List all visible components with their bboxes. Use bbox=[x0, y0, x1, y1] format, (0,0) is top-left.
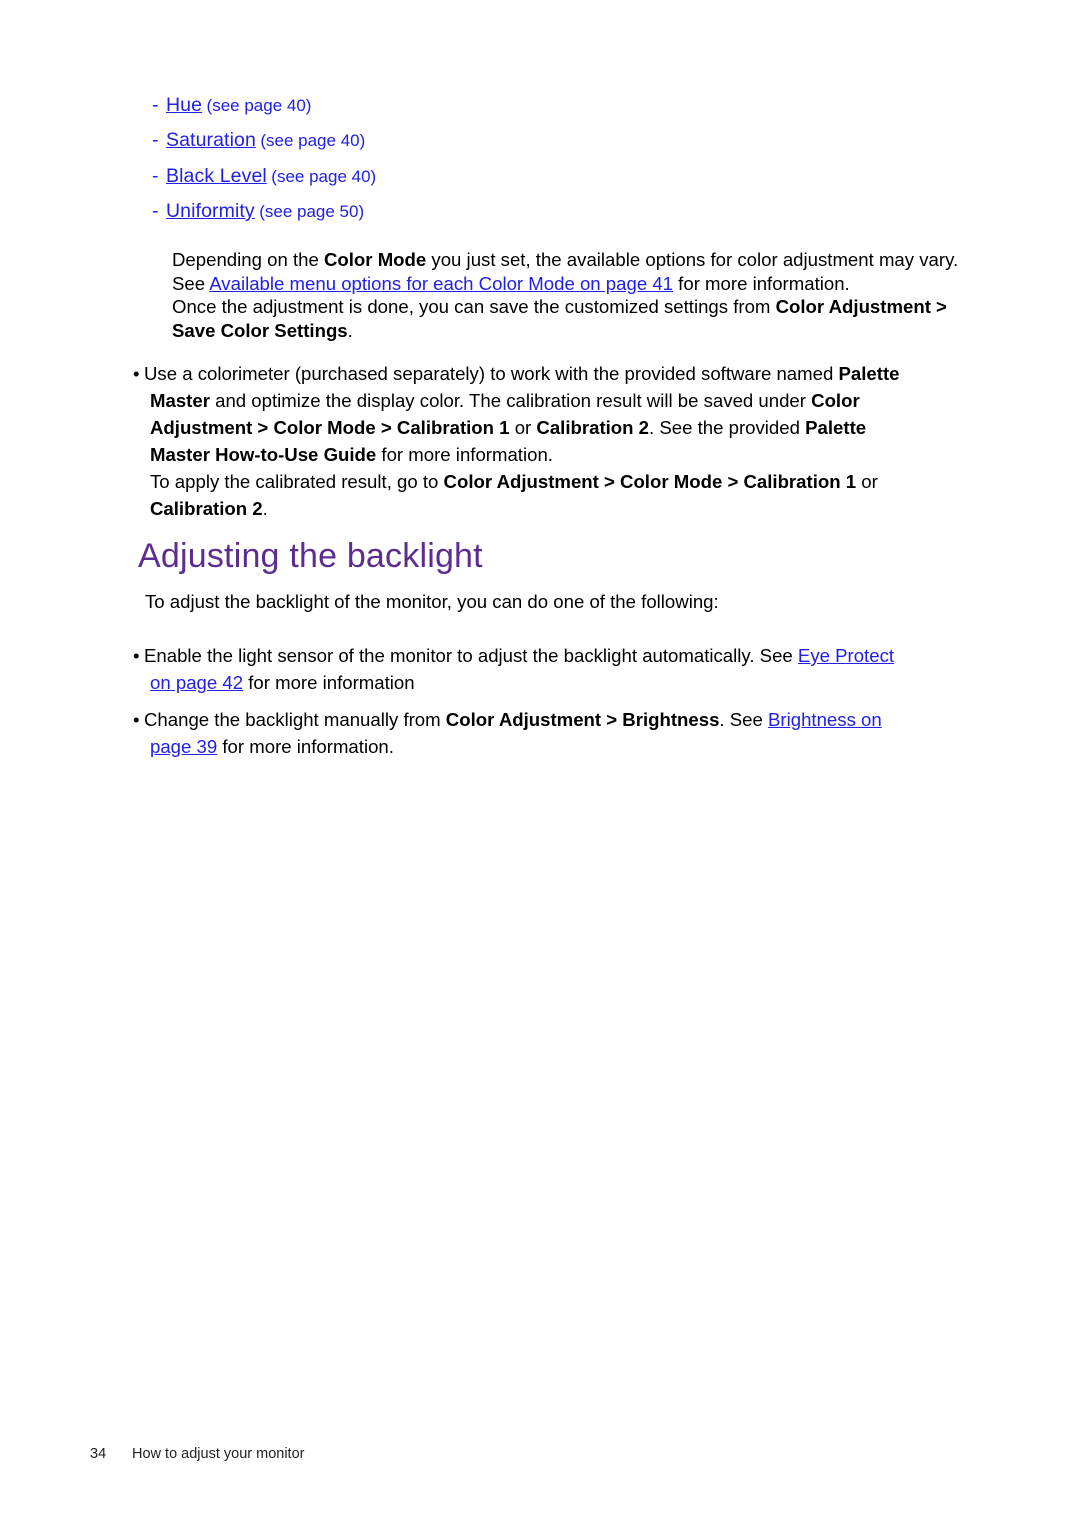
list-item: - Hue (see page 40) bbox=[152, 94, 968, 116]
term-calibration-2: Calibration 2 bbox=[150, 498, 263, 519]
bullet-line: To apply the calibrated result, go to Co… bbox=[133, 468, 983, 495]
link-brightness[interactable]: Brightness on bbox=[768, 709, 882, 730]
text-run: Use a colorimeter (purchased separately)… bbox=[144, 363, 839, 384]
footer-page-number: 34 bbox=[90, 1446, 107, 1462]
text-run: . bbox=[262, 498, 268, 519]
text-run: > bbox=[930, 296, 947, 317]
link-saturation-ref[interactable]: (see page 40) bbox=[260, 131, 365, 150]
bullet-light-sensor: • Enable the light sensor of the monitor … bbox=[133, 642, 983, 696]
link-hue-ref[interactable]: (see page 40) bbox=[207, 96, 312, 115]
term-save-color-settings: Save Color Settings bbox=[172, 319, 348, 341]
term-color-adjustment: Color Adjustment bbox=[445, 709, 602, 730]
bullet-line: Calibration 2. bbox=[133, 495, 983, 522]
list-item: - Saturation (see page 40) bbox=[152, 129, 968, 151]
term-adjustment-path: Adjustment > Color Mode > Calibration 1 bbox=[150, 417, 510, 438]
color-mode-paragraph: Depending on the Color Mode you just set… bbox=[172, 248, 972, 342]
page-footer: 34 How to adjust your monitor bbox=[90, 1446, 304, 1462]
text-run: you just set, the available options for … bbox=[426, 249, 959, 270]
term-color: Color bbox=[811, 390, 860, 411]
link-black-level[interactable]: Black Level bbox=[166, 165, 267, 187]
list-item: - Uniformity (see page 50) bbox=[152, 200, 968, 222]
text-run: . See the provided bbox=[649, 417, 806, 438]
bullet-line: Master How-to-Use Guide for more informa… bbox=[133, 441, 983, 468]
paragraph-line: Save Color Settings. bbox=[172, 319, 972, 343]
text-run: and optimize the display color. The cali… bbox=[209, 390, 812, 411]
paragraph-line: See Available menu options for each Colo… bbox=[172, 272, 972, 296]
bullet-line: • Change the backlight manually from Colo… bbox=[133, 706, 983, 733]
text-run: for more information. bbox=[217, 736, 394, 757]
bullet-colorimeter: • Use a colorimeter (purchased separately… bbox=[133, 360, 983, 522]
list-dash-marker: - bbox=[152, 164, 159, 187]
link-black-level-ref[interactable]: (see page 40) bbox=[271, 167, 376, 186]
footer-section-title: How to adjust your monitor bbox=[132, 1446, 305, 1462]
bullet-line: page 39 for more information. bbox=[133, 733, 983, 760]
link-available-menu-options[interactable]: Available menu options for each Color Mo… bbox=[209, 273, 673, 294]
text-run: To apply the calibrated result, go to bbox=[150, 471, 444, 492]
bullet-line: Master and optimize the display color. T… bbox=[133, 387, 983, 414]
bullet-line: • Use a colorimeter (purchased separately… bbox=[133, 360, 983, 387]
link-brightness-page[interactable]: page 39 bbox=[150, 736, 217, 757]
text-run: . See bbox=[719, 709, 769, 730]
list-item: - Black Level (see page 40) bbox=[152, 165, 968, 187]
section-heading: Adjusting the backlight bbox=[138, 537, 483, 575]
link-hue[interactable]: Hue bbox=[166, 94, 202, 116]
bullet-marker: • bbox=[133, 363, 140, 384]
bullet-marker: • bbox=[133, 645, 140, 666]
paragraph-line: Depending on the Color Mode you just set… bbox=[172, 248, 972, 272]
term-color-adjustment: Color Adjustment bbox=[775, 296, 931, 317]
bullet-line: Adjustment > Color Mode > Calibration 1 … bbox=[133, 414, 983, 441]
link-uniformity-ref[interactable]: (see page 50) bbox=[259, 202, 364, 221]
text-run: for more information. bbox=[376, 444, 553, 465]
text-run: for more information. bbox=[673, 272, 850, 294]
term-palette: Palette bbox=[838, 363, 900, 384]
link-uniformity[interactable]: Uniformity bbox=[166, 200, 255, 222]
link-eye-protect-page[interactable]: on page 42 bbox=[150, 672, 243, 693]
list-dash-marker: - bbox=[152, 129, 159, 152]
list-dash-marker: - bbox=[152, 94, 159, 116]
bullet-marker: • bbox=[133, 709, 140, 730]
link-saturation[interactable]: Saturation bbox=[166, 129, 256, 151]
text-run: for more information bbox=[243, 672, 415, 693]
text-run: See bbox=[172, 272, 210, 294]
term-master: Master bbox=[150, 390, 210, 411]
text-run: Enable the light sensor of the monitor t… bbox=[144, 645, 798, 666]
term-color-mode: Color Mode bbox=[323, 249, 427, 270]
term-adjustment-path: Color Adjustment > Color Mode > Calibrat… bbox=[443, 471, 857, 492]
intro-text: To adjust the backlight of the monitor, … bbox=[145, 591, 719, 612]
link-eye-protect[interactable]: Eye Protect bbox=[798, 645, 894, 666]
text-run: Once the adjustment is done, you can sav… bbox=[172, 296, 776, 317]
text-run: . bbox=[347, 319, 353, 341]
document-page: - Hue (see page 40) - Saturation (see page… bbox=[0, 0, 1080, 1527]
bullet-manual-brightness: • Change the backlight manually from Colo… bbox=[133, 706, 983, 760]
text-run: or bbox=[856, 471, 878, 492]
bullet-line: on page 42 for more information bbox=[133, 669, 983, 696]
term-master-guide: Master How-to-Use Guide bbox=[150, 444, 377, 465]
bullet-line: • Enable the light sensor of the monitor … bbox=[133, 642, 983, 669]
term-palette: Palette bbox=[805, 417, 867, 438]
text-run: Depending on the bbox=[172, 249, 324, 270]
term-brightness: Brightness bbox=[622, 709, 720, 730]
text-run: Change the backlight manually from bbox=[144, 709, 446, 730]
color-option-link-list: - Hue (see page 40) - Saturation (see page… bbox=[152, 94, 968, 236]
list-dash-marker: - bbox=[152, 199, 159, 222]
term-calibration-2: Calibration 2 bbox=[536, 417, 650, 438]
text-run: or bbox=[509, 417, 537, 438]
paragraph-line: Once the adjustment is done, you can sav… bbox=[172, 295, 972, 319]
text-run: > bbox=[601, 709, 623, 730]
